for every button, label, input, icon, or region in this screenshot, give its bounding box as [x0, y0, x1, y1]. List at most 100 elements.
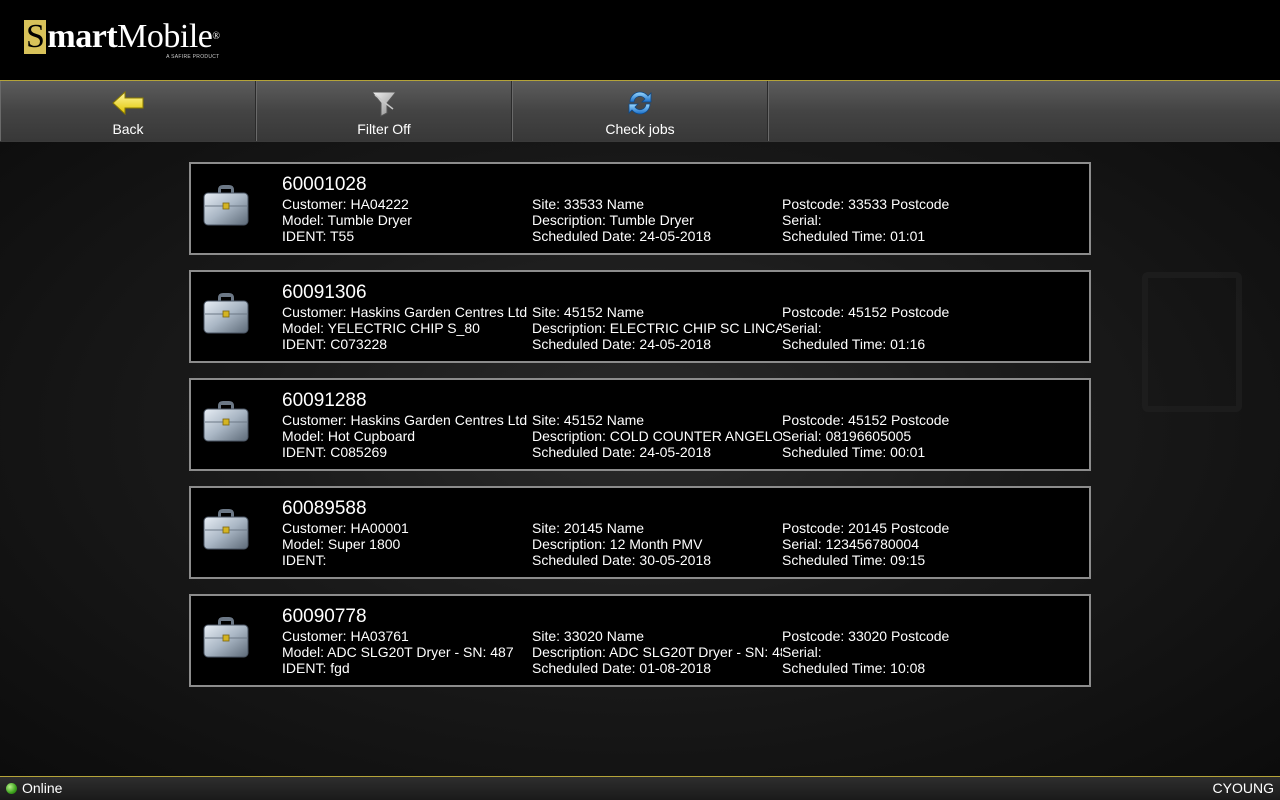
- logo-s-badge: S: [24, 18, 47, 55]
- status-bar: Online CYOUNG: [0, 776, 1280, 800]
- filter-button[interactable]: Filter Off: [256, 81, 512, 141]
- job-description: Description: COLD COUNTER ANGELO: [532, 428, 782, 444]
- check-jobs-button-label: Check jobs: [605, 121, 675, 137]
- job-number: 60001028: [282, 174, 367, 195]
- job-site: Site: 45152 Name: [532, 304, 645, 320]
- job-serial: Serial:: [782, 212, 822, 228]
- job-customer: Customer: HA00001: [282, 520, 409, 536]
- job-column-customer: Customer: HA04222 Model: Tumble Dryer ID…: [282, 196, 532, 244]
- job-scheduled-time: Scheduled Time: 09:15: [782, 552, 926, 568]
- job-column-customer: Customer: HA03761 Model: ADC SLG20T Drye…: [282, 628, 532, 676]
- job-site: Site: 33533 Name: [532, 196, 645, 212]
- app-header: SmartMobile® A SAFIRE PRODUCT: [0, 0, 1280, 80]
- job-postcode: Postcode: 45152 Postcode: [782, 412, 950, 428]
- job-card[interactable]: 60090778 Customer: HA03761 Model: ADC SL…: [189, 594, 1091, 687]
- job-customer: Customer: Haskins Garden Centres Ltd: [282, 304, 528, 320]
- job-column-customer: Customer: HA00001 Model: Super 1800 IDEN…: [282, 520, 532, 568]
- job-scheduled-date: Scheduled Date: 30-05-2018: [532, 552, 712, 568]
- job-model: Model: YELECTRIC CHIP S_80: [282, 320, 480, 336]
- logo-tagline: A SAFIRE PRODUCT: [166, 54, 220, 60]
- job-description: Description: 12 Month PMV: [532, 536, 703, 552]
- connection-status: Online: [22, 780, 63, 796]
- job-card[interactable]: 60091288 Customer: Haskins Garden Centre…: [189, 378, 1091, 471]
- job-card[interactable]: 60001028 Customer: HA04222 Model: Tumble…: [189, 162, 1091, 255]
- job-number: 60091288: [282, 390, 367, 411]
- job-column-postcode: Postcode: 33020 Postcode Serial: Schedul…: [782, 628, 1032, 676]
- job-column-site: Site: 33533 Name Description: Tumble Dry…: [532, 196, 782, 244]
- background-decoration: [1142, 272, 1242, 412]
- job-description: Description: Tumble Dryer: [532, 212, 694, 228]
- job-number: 60089588: [282, 498, 367, 519]
- job-ident: IDENT: T55: [282, 228, 355, 244]
- job-scheduled-date: Scheduled Date: 01-08-2018: [532, 660, 712, 676]
- job-customer: Customer: Haskins Garden Centres Ltd: [282, 412, 528, 428]
- job-model: Model: Hot Cupboard: [282, 428, 416, 444]
- funnel-icon: [367, 89, 401, 117]
- job-customer: Customer: HA03761: [282, 628, 409, 644]
- job-description: Description: ELECTRIC CHIP SC LINCA: [532, 320, 782, 336]
- job-column-site: Site: 20145 Name Description: 12 Month P…: [532, 520, 782, 568]
- job-card[interactable]: 60089588 Customer: HA00001 Model: Super …: [189, 486, 1091, 579]
- toolbar-empty-area: [768, 81, 1280, 141]
- job-model: Model: Super 1800: [282, 536, 401, 552]
- job-ident: IDENT: C085269: [282, 444, 388, 460]
- job-serial: Serial: 08196605005: [782, 428, 912, 444]
- job-column-postcode: Postcode: 20145 Postcode Serial: 1234567…: [782, 520, 1032, 568]
- job-list-area[interactable]: 60001028 Customer: HA04222 Model: Tumble…: [0, 142, 1280, 776]
- job-number: 60091306: [282, 282, 367, 303]
- job-column-customer: Customer: Haskins Garden Centres Ltd Mod…: [282, 304, 532, 352]
- online-status-icon: [6, 783, 17, 794]
- job-scheduled-time: Scheduled Time: 10:08: [782, 660, 926, 676]
- job-column-postcode: Postcode: 45152 Postcode Serial: 0819660…: [782, 412, 1032, 460]
- job-postcode: Postcode: 33020 Postcode: [782, 628, 950, 644]
- briefcase-icon: [201, 504, 251, 554]
- job-customer: Customer: HA04222: [282, 196, 409, 212]
- job-card[interactable]: 60091306 Customer: Haskins Garden Centre…: [189, 270, 1091, 363]
- job-description: Description: ADC SLG20T Dryer - SN: 48: [532, 644, 782, 660]
- logo-word-bold: mart: [47, 18, 118, 55]
- job-ident: IDENT: C073228: [282, 336, 388, 352]
- job-column-customer: Customer: Haskins Garden Centres Ltd Mod…: [282, 412, 532, 460]
- logo-trademark: ®: [212, 31, 220, 42]
- briefcase-icon: [201, 288, 251, 338]
- job-postcode: Postcode: 45152 Postcode: [782, 304, 950, 320]
- refresh-icon: [623, 89, 657, 117]
- job-scheduled-date: Scheduled Date: 24-05-2018: [532, 444, 712, 460]
- job-postcode: Postcode: 20145 Postcode: [782, 520, 950, 536]
- job-scheduled-date: Scheduled Date: 24-05-2018: [532, 228, 712, 244]
- logo-word-rest: Mobile: [117, 18, 213, 55]
- job-scheduled-time: Scheduled Time: 01:16: [782, 336, 926, 352]
- job-serial: Serial:: [782, 644, 822, 660]
- job-serial: Serial: 123456780004: [782, 536, 920, 552]
- current-user: CYOUNG: [1212, 780, 1274, 796]
- job-column-postcode: Postcode: 45152 Postcode Serial: Schedul…: [782, 304, 1032, 352]
- job-scheduled-date: Scheduled Date: 24-05-2018: [532, 336, 712, 352]
- check-jobs-button[interactable]: Check jobs: [512, 81, 768, 141]
- briefcase-icon: [201, 396, 251, 446]
- job-serial: Serial:: [782, 320, 822, 336]
- job-ident: IDENT: fgd: [282, 660, 350, 676]
- back-arrow-icon: [111, 89, 145, 117]
- job-column-postcode: Postcode: 33533 Postcode Serial: Schedul…: [782, 196, 1032, 244]
- job-model: Model: ADC SLG20T Dryer - SN: 487: [282, 644, 514, 660]
- toolbar: Back Filter Off Check jobs: [0, 80, 1280, 142]
- job-column-site: Site: 45152 Name Description: ELECTRIC C…: [532, 304, 782, 352]
- briefcase-icon: [201, 180, 251, 230]
- job-number: 60090778: [282, 606, 367, 627]
- job-column-site: Site: 33020 Name Description: ADC SLG20T…: [532, 628, 782, 676]
- job-scheduled-time: Scheduled Time: 00:01: [782, 444, 926, 460]
- back-button[interactable]: Back: [0, 81, 256, 141]
- job-site: Site: 45152 Name: [532, 412, 645, 428]
- back-button-label: Back: [112, 121, 144, 137]
- job-ident: IDENT:: [282, 552, 327, 568]
- briefcase-icon: [201, 612, 251, 662]
- job-model: Model: Tumble Dryer: [282, 212, 412, 228]
- job-postcode: Postcode: 33533 Postcode: [782, 196, 950, 212]
- smartmobile-logo: SmartMobile® A SAFIRE PRODUCT: [24, 18, 220, 62]
- job-scheduled-time: Scheduled Time: 01:01: [782, 228, 926, 244]
- job-list: 60001028 Customer: HA04222 Model: Tumble…: [189, 162, 1091, 702]
- filter-button-label: Filter Off: [357, 121, 411, 137]
- job-column-site: Site: 45152 Name Description: COLD COUNT…: [532, 412, 782, 460]
- job-site: Site: 20145 Name: [532, 520, 645, 536]
- job-site: Site: 33020 Name: [532, 628, 645, 644]
